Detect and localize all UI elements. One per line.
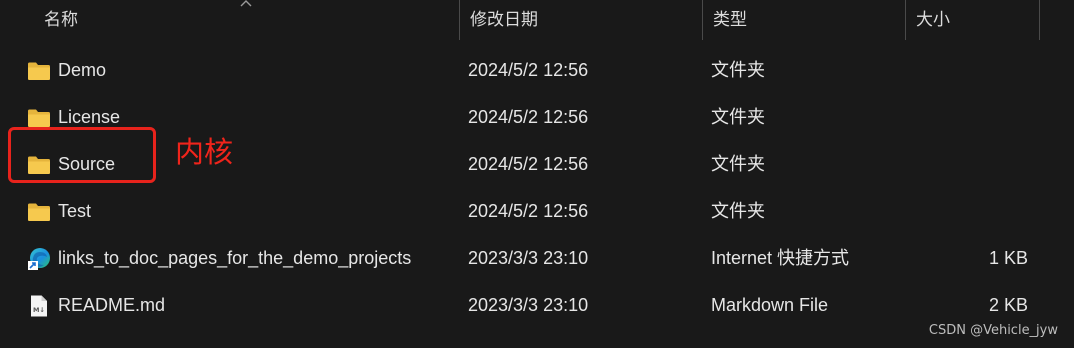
column-header-bar: 名称 修改日期 类型 大小 [0,0,1074,40]
folder-icon [28,62,50,80]
file-size [914,141,1028,188]
column-header-size[interactable]: 大小 [905,0,1040,40]
file-date: 2023/3/3 23:10 [468,295,589,315]
file-date: 2024/5/2 12:56 [468,154,589,174]
file-date: 2024/5/2 12:56 [468,107,589,127]
column-header-name[interactable]: 名称 [34,0,459,40]
file-name: Test [58,201,92,221]
file-type: Markdown File [711,295,829,315]
file-date: 2023/3/3 23:10 [468,248,589,268]
file-row-links-shortcut[interactable]: links_to_doc_pages_for_the_demo_projects… [0,235,1074,282]
file-name: README.md [58,295,166,315]
file-size: 1 KB [988,248,1028,268]
file-type: Internet 快捷方式 [711,248,850,268]
file-row-readme[interactable]: M↓ README.md 2023/3/3 23:10 Markdown Fil… [0,282,1074,329]
file-type: 文件夹 [711,60,765,80]
file-type: 文件夹 [711,201,765,221]
file-row-source[interactable]: Source 2024/5/2 12:56 文件夹 [0,141,1074,188]
file-size [914,188,1028,235]
annotation-label: 内核 [175,135,234,169]
file-type: 文件夹 [711,107,765,127]
annotation-highlight-box [8,127,156,183]
column-header-date-label: 修改日期 [470,10,538,29]
column-header-size-label: 大小 [916,10,950,29]
column-header-name-label: 名称 [44,10,78,29]
file-row-test[interactable]: Test 2024/5/2 12:56 文件夹 [0,188,1074,235]
file-date: 2024/5/2 12:56 [468,201,589,221]
file-size: 2 KB [988,295,1028,315]
file-name: links_to_doc_pages_for_the_demo_projects [58,248,412,268]
folder-icon [28,203,50,221]
file-size [914,94,1028,141]
file-date: 2024/5/2 12:56 [468,60,589,80]
file-row-demo[interactable]: Demo 2024/5/2 12:56 文件夹 [0,47,1074,94]
column-header-date[interactable]: 修改日期 [459,0,702,40]
file-size [914,47,1028,94]
file-row-license[interactable]: License 2024/5/2 12:56 文件夹 [0,94,1074,141]
markdown-file-icon: M↓ [31,295,47,317]
column-header-type[interactable]: 类型 [702,0,905,40]
watermark: CSDN @Vehicle_jyw [928,323,1058,338]
internet-shortcut-icon [28,248,50,270]
file-type: 文件夹 [711,154,765,174]
column-header-type-label: 类型 [713,10,747,29]
svg-text:M↓: M↓ [33,306,45,314]
file-name: Demo [58,60,107,80]
